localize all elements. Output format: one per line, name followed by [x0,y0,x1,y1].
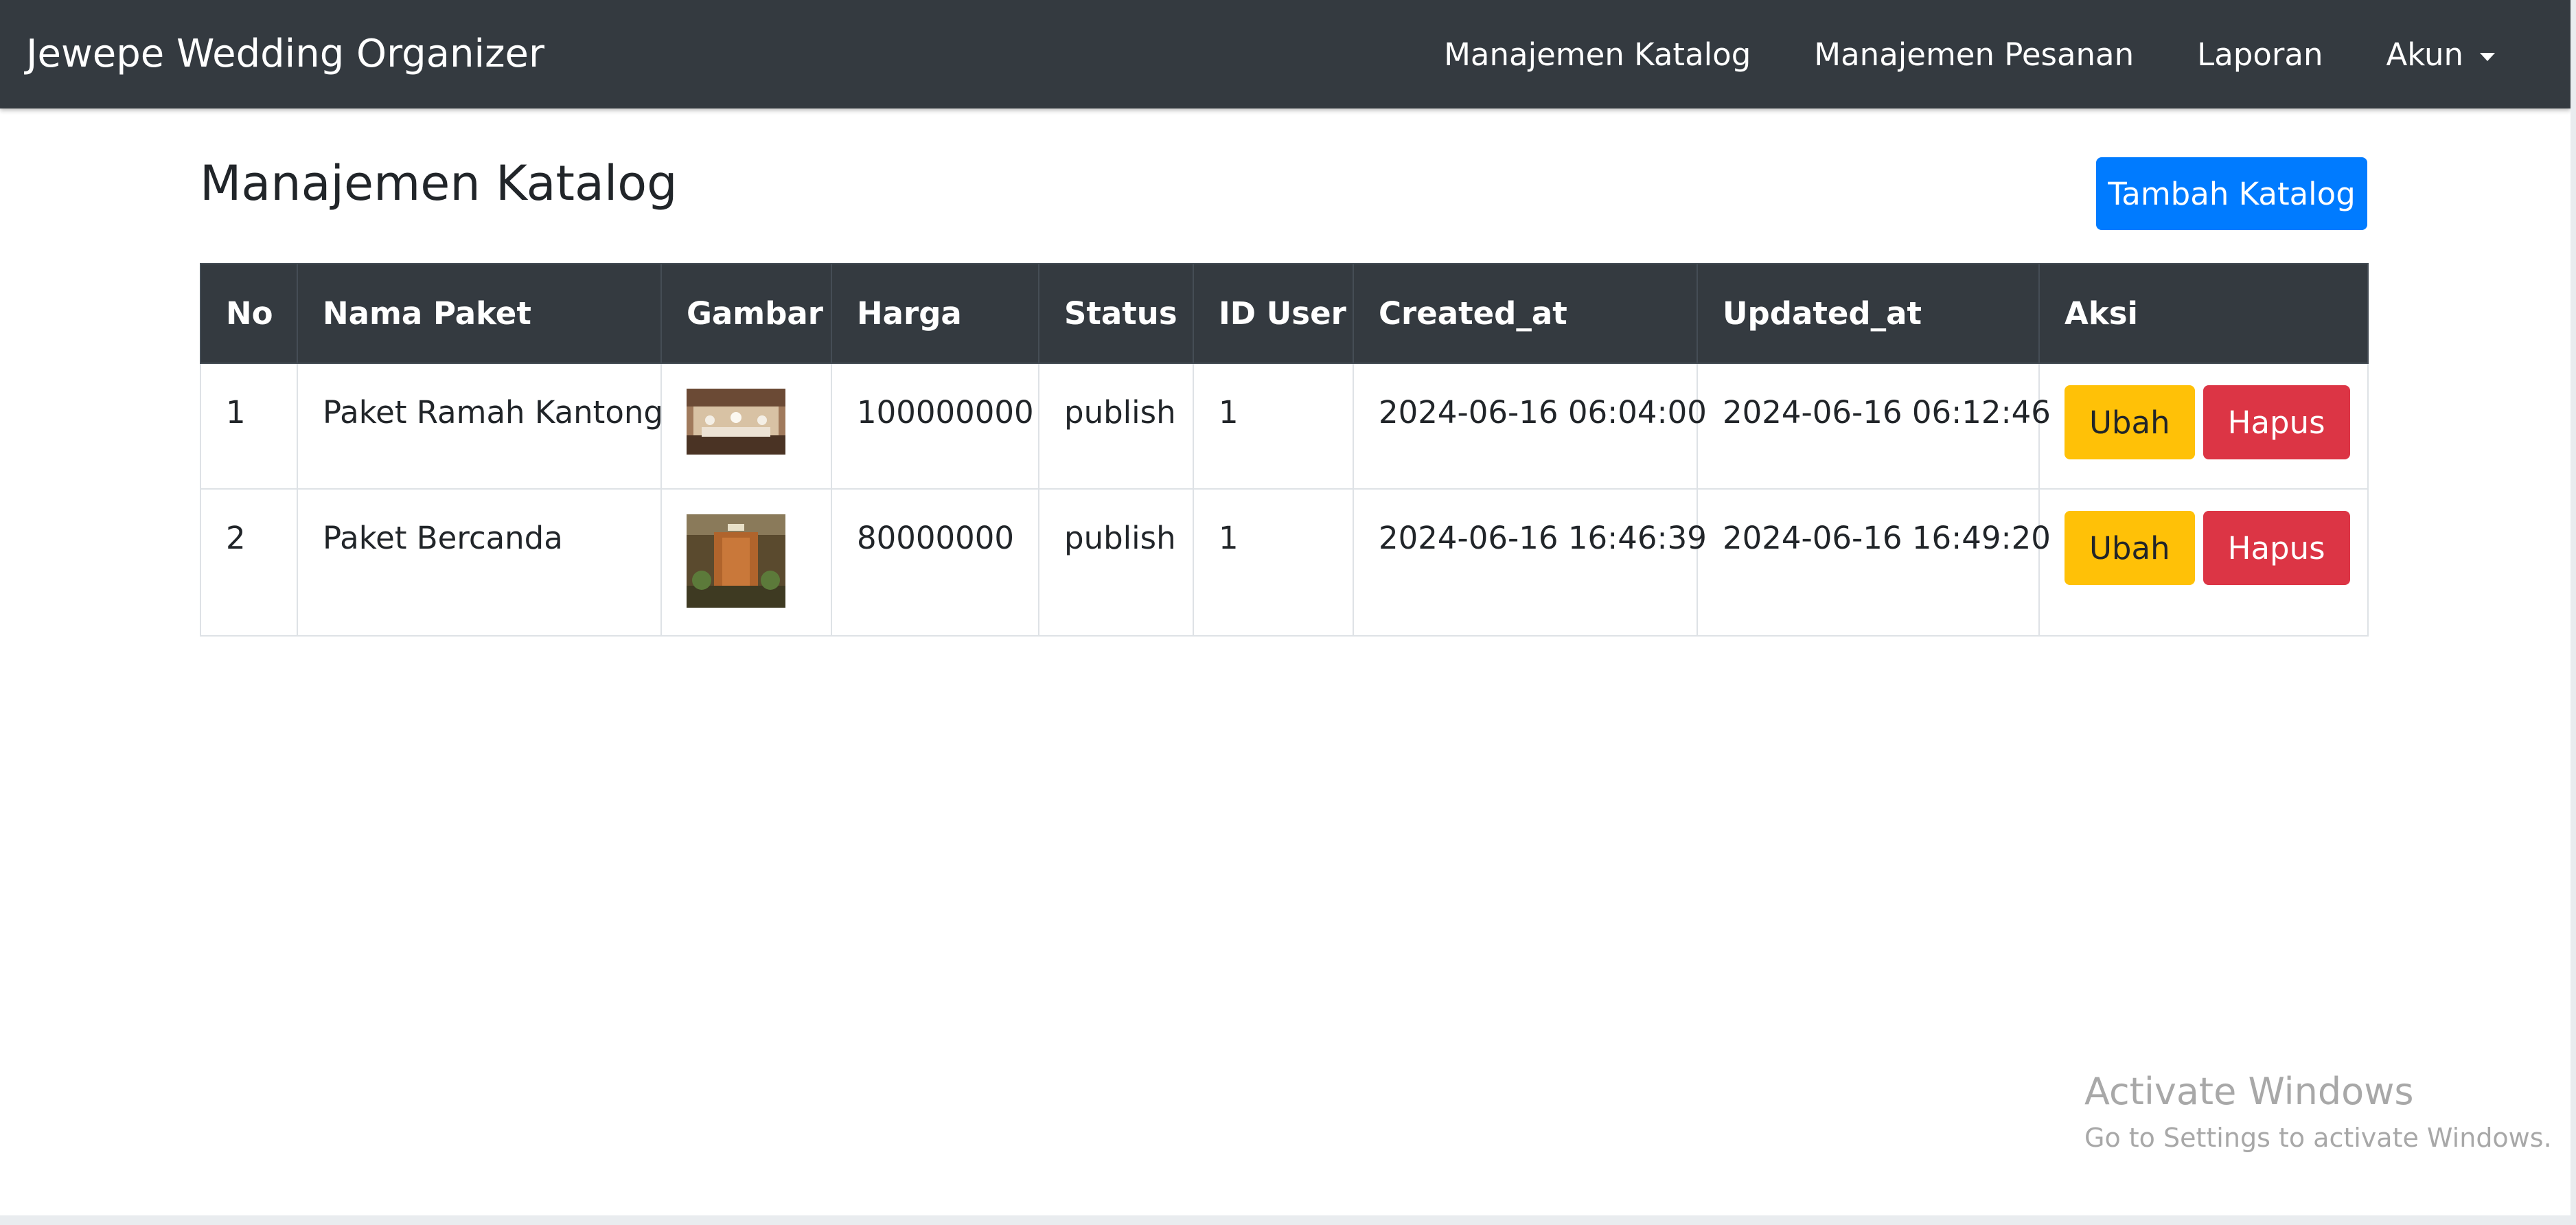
cell-name: Paket Bercanda [297,488,662,637]
caret-down-icon [2480,52,2495,61]
cell-user-id: 1 [1193,363,1354,490]
windows-activation-watermark: Activate Windows Go to Settings to activ… [2084,1070,2552,1153]
header-aksi: Aksi [2038,263,2369,364]
nav-link-akun-label: Akun [2386,36,2464,73]
top-navbar: Jewepe Wedding Organizer Manajemen Katal… [0,0,2571,108]
window-edge-bottom [0,1215,2576,1225]
cell-price: 100000000 [831,363,1039,490]
cell-updated-at: 2024-06-16 06:12:46 [1697,363,2051,490]
cell-status: publish [1038,363,1194,490]
cell-image [660,488,832,637]
brand-link[interactable]: Jewepe Wedding Organizer [26,0,544,108]
nav-dropdown-akun[interactable]: Akun [2386,36,2495,73]
add-catalog-button[interactable]: Tambah Katalog [2096,157,2367,230]
header-nama-paket: Nama Paket [297,263,662,364]
header-harga: Harga [831,263,1039,364]
cell-no: 2 [200,488,298,637]
cell-actions: Ubah Hapus [2038,488,2369,637]
table-header-row: No Nama Paket Gambar Harga Status ID Use… [200,263,2369,364]
cell-created-at: 2024-06-16 06:04:00 [1353,363,1707,490]
table-row: 1 Paket Ramah Kantong 100000000 publish … [200,363,2369,490]
window-edge-right [2571,0,2576,1225]
edit-button[interactable]: Ubah [2065,511,2195,585]
wedding-decor-thumbnail-icon [687,514,785,608]
header-no: No [200,263,298,364]
nav-link-manajemen-pesanan[interactable]: Manajemen Pesanan [1814,36,2134,73]
wedding-venue-thumbnail-icon [687,389,785,455]
delete-button[interactable]: Hapus [2203,511,2350,585]
cell-price: 80000000 [831,488,1039,637]
cell-no: 1 [200,363,298,490]
header-status: Status [1038,263,1194,364]
cell-image [660,363,832,490]
header-updated-at: Updated_at [1697,263,2040,364]
cell-actions: Ubah Hapus [2038,363,2369,490]
edit-button[interactable]: Ubah [2065,385,2195,459]
nav-links: Manajemen Katalog Manajemen Pesanan Lapo… [1444,0,2495,108]
watermark-subtitle: Go to Settings to activate Windows. [2084,1123,2552,1153]
catalog-table: No Nama Paket Gambar Harga Status ID Use… [200,263,2369,637]
table-row: 2 Paket Bercanda 80000000 publish 1 2024… [200,488,2369,637]
header-gambar: Gambar [660,263,832,364]
cell-created-at: 2024-06-16 16:46:39 [1353,488,1707,637]
page-title: Manajemen Katalog [200,155,678,211]
cell-name: Paket Ramah Kantong [297,363,663,490]
cell-status: publish [1038,488,1194,637]
cell-user-id: 1 [1193,488,1354,637]
header-created-at: Created_at [1353,263,1698,364]
nav-link-manajemen-katalog[interactable]: Manajemen Katalog [1444,36,1751,73]
cell-updated-at: 2024-06-16 16:49:20 [1697,488,2051,637]
watermark-title: Activate Windows [2084,1070,2414,1113]
delete-button[interactable]: Hapus [2203,385,2350,459]
header-id-user: ID User [1193,263,1354,364]
nav-link-laporan[interactable]: Laporan [2197,36,2323,73]
